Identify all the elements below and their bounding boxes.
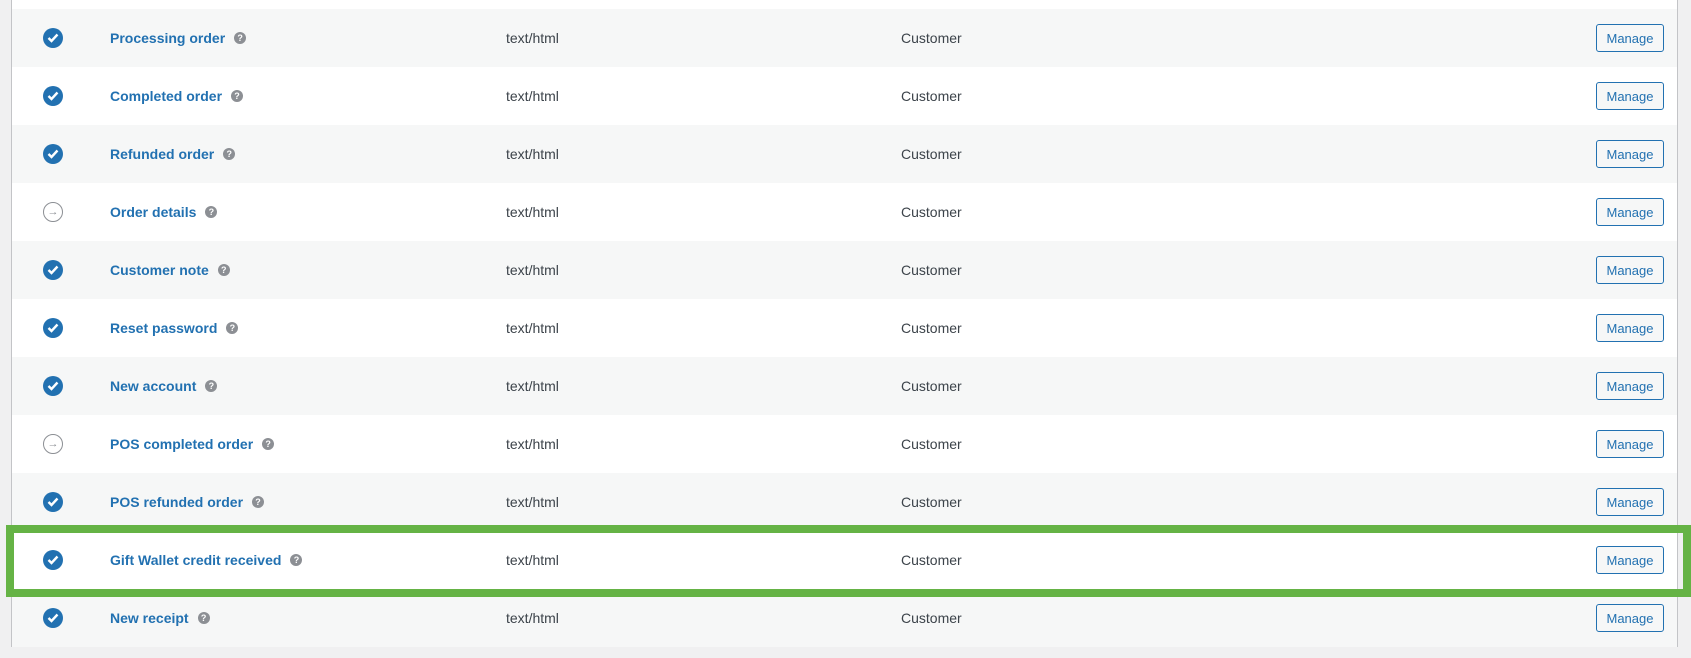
email-name[interactable]: New account — [110, 378, 196, 394]
recipient: Customer — [901, 146, 962, 162]
help-icon[interactable]: ? — [223, 148, 236, 160]
email-name-link[interactable]: Completed order? — [110, 88, 244, 104]
manage-button[interactable]: Manage — [1596, 256, 1664, 284]
content-type: text/html — [506, 610, 559, 626]
content-type: text/html — [506, 320, 559, 336]
manage-button[interactable]: Manage — [1596, 372, 1664, 400]
help-icon[interactable]: ? — [252, 496, 265, 508]
table-row: Completed order? text/html Customer Manage — [12, 67, 1677, 125]
email-name[interactable]: Processing order — [110, 30, 225, 46]
email-name-link[interactable]: Gift Wallet credit received? — [110, 552, 303, 568]
table-row: New receipt? text/html Customer Manage — [12, 589, 1677, 647]
manage-button[interactable]: Manage — [1596, 546, 1664, 574]
manage-button[interactable]: Manage — [1596, 140, 1664, 168]
email-name-link[interactable]: Processing order? — [110, 30, 247, 46]
content-type: text/html — [506, 552, 559, 568]
table-row: Customer note? text/html Customer Manage — [12, 241, 1677, 299]
email-name[interactable]: New receipt — [110, 610, 189, 626]
enabled-check-icon — [43, 260, 63, 280]
enabled-check-icon — [43, 492, 63, 512]
table-row: Gift Wallet credit received? text/html Cus… — [12, 531, 1677, 589]
enabled-check-icon — [43, 144, 63, 164]
email-name-link[interactable]: Customer note? — [110, 262, 230, 278]
email-notifications-table: Processing order? text/html Customer Manage… — [11, 0, 1678, 647]
recipient: Customer — [901, 494, 962, 510]
email-name[interactable]: Reset password — [110, 320, 217, 336]
help-icon[interactable]: ? — [231, 90, 244, 102]
manage-button[interactable]: Manage — [1596, 314, 1664, 342]
email-name-link[interactable]: POS refunded order? — [110, 494, 265, 510]
recipient: Customer — [901, 552, 962, 568]
email-name-link[interactable]: New account? — [110, 378, 218, 394]
help-icon[interactable]: ? — [290, 554, 303, 566]
content-type: text/html — [506, 378, 559, 394]
email-name[interactable]: Completed order — [110, 88, 222, 104]
recipient: Customer — [901, 320, 962, 336]
content-type: text/html — [506, 436, 559, 452]
content-type: text/html — [506, 88, 559, 104]
manual-arrow-icon: → — [43, 202, 63, 222]
email-name-link[interactable]: Refunded order? — [110, 146, 236, 162]
manual-arrow-icon: → — [43, 434, 63, 454]
recipient: Customer — [901, 436, 962, 452]
help-icon[interactable]: ? — [205, 206, 218, 218]
table-row: New account? text/html Customer Manage — [12, 357, 1677, 415]
email-name-link[interactable]: Reset password? — [110, 320, 239, 336]
content-type: text/html — [506, 262, 559, 278]
content-type: text/html — [506, 30, 559, 46]
table-row: → POS completed order? text/html Customer Ma… — [12, 415, 1677, 473]
content-type: text/html — [506, 204, 559, 220]
table-row: → Order details? text/html Customer Manage — [12, 183, 1677, 241]
enabled-check-icon — [43, 608, 63, 628]
help-icon[interactable]: ? — [226, 322, 239, 334]
table-row: Refunded order? text/html Customer Manage — [12, 125, 1677, 183]
email-name-link[interactable]: Order details? — [110, 204, 218, 220]
manage-button[interactable]: Manage — [1596, 604, 1664, 632]
table-row: POS refunded order? text/html Customer Mana… — [12, 473, 1677, 531]
enabled-check-icon — [43, 550, 63, 570]
recipient: Customer — [901, 88, 962, 104]
manage-button[interactable]: Manage — [1596, 82, 1664, 110]
content-type: text/html — [506, 146, 559, 162]
email-name-link[interactable]: New receipt? — [110, 610, 210, 626]
help-icon[interactable]: ? — [234, 32, 247, 44]
recipient: Customer — [901, 378, 962, 394]
manage-button[interactable]: Manage — [1596, 488, 1664, 516]
email-name-link[interactable]: POS completed order? — [110, 436, 275, 452]
recipient: Customer — [901, 30, 962, 46]
email-name[interactable]: Gift Wallet credit received — [110, 552, 281, 568]
help-icon[interactable]: ? — [262, 438, 275, 450]
manage-button[interactable]: Manage — [1596, 24, 1664, 52]
email-name[interactable]: Order details — [110, 204, 196, 220]
content-type: text/html — [506, 494, 559, 510]
email-name[interactable]: Customer note — [110, 262, 209, 278]
enabled-check-icon — [43, 376, 63, 396]
table-row: Processing order? text/html Customer Manage — [12, 9, 1677, 67]
enabled-check-icon — [43, 28, 63, 48]
email-name[interactable]: Refunded order — [110, 146, 214, 162]
table-row: Reset password? text/html Customer Manage — [12, 299, 1677, 357]
email-name[interactable]: POS refunded order — [110, 494, 243, 510]
help-icon[interactable]: ? — [197, 612, 210, 624]
help-icon[interactable]: ? — [217, 264, 230, 276]
recipient: Customer — [901, 262, 962, 278]
enabled-check-icon — [43, 86, 63, 106]
enabled-check-icon — [43, 318, 63, 338]
manage-button[interactable]: Manage — [1596, 198, 1664, 226]
manage-button[interactable]: Manage — [1596, 430, 1664, 458]
help-icon[interactable]: ? — [205, 380, 218, 392]
recipient: Customer — [901, 204, 962, 220]
email-name[interactable]: POS completed order — [110, 436, 253, 452]
recipient: Customer — [901, 610, 962, 626]
